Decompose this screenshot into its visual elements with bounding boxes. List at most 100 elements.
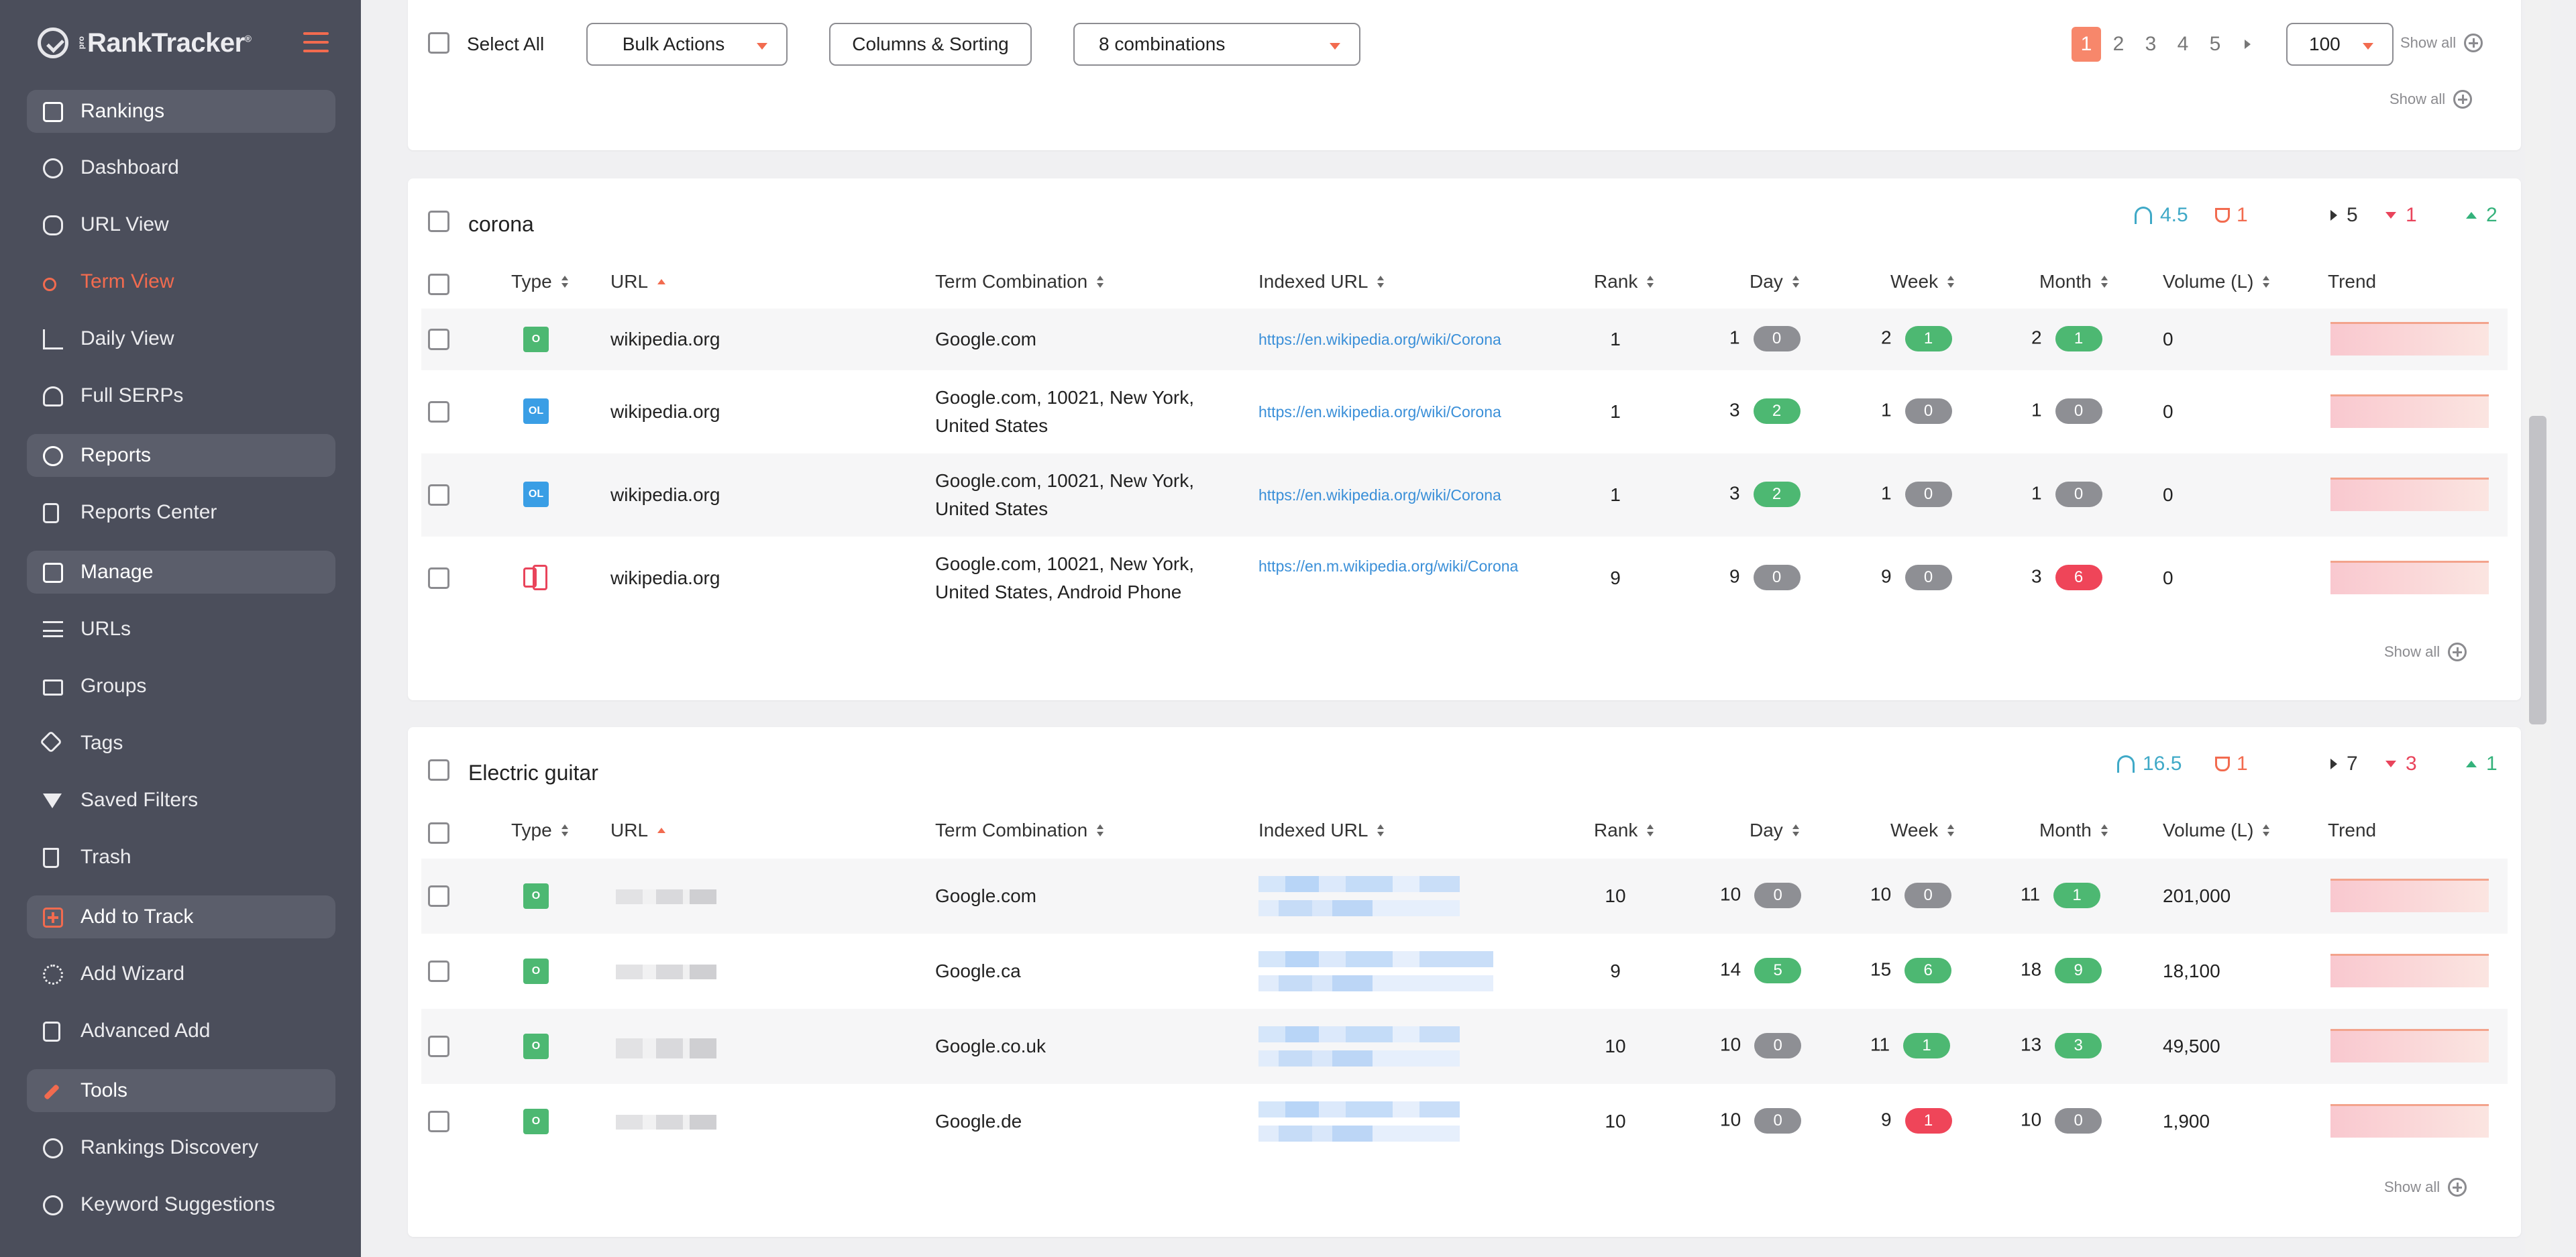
redacted-indexed-url[interactable] bbox=[1258, 876, 1460, 916]
sidebar-item-tools[interactable]: Tools bbox=[27, 1069, 335, 1112]
row-indexed-url[interactable]: https://en.wikipedia.org/wiki/Corona bbox=[1258, 483, 1540, 507]
group-checkbox[interactable] bbox=[428, 211, 449, 232]
col-indexed-url[interactable]: Indexed URL bbox=[1258, 820, 1385, 841]
row-indexed-url[interactable]: https://en.m.wikipedia.org/wiki/Corona bbox=[1258, 554, 1535, 578]
row-checkbox[interactable] bbox=[428, 329, 449, 350]
row-url: wikipedia.org bbox=[610, 484, 720, 505]
col-rank[interactable]: Rank bbox=[1594, 271, 1654, 292]
prev-group-show-all[interactable]: Show all bbox=[2390, 90, 2473, 109]
sort-icon bbox=[1097, 824, 1104, 836]
row-indexed-url[interactable]: https://en.wikipedia.org/wiki/Corona bbox=[1258, 327, 1501, 351]
menu-toggle-icon[interactable] bbox=[303, 32, 329, 52]
sidebar-item-url-view[interactable]: URL View bbox=[27, 203, 335, 246]
scrollbar[interactable] bbox=[2525, 0, 2551, 1257]
sidebar-item-trash[interactable]: Trash bbox=[27, 836, 335, 879]
scrollbar-thumb[interactable] bbox=[2529, 416, 2546, 724]
page-2[interactable]: 2 bbox=[2104, 27, 2133, 62]
table-row[interactable]: O Google.co.uk 10 10 0 11 1 13 3 49,500 bbox=[421, 1009, 2508, 1084]
table-row[interactable]: OL wikipedia.org Google.com, 10021, New … bbox=[421, 370, 2508, 453]
document-icon bbox=[43, 503, 59, 523]
col-day[interactable]: Day bbox=[1750, 820, 1799, 841]
header-checkbox[interactable] bbox=[428, 822, 449, 844]
group-show-all[interactable]: Show all bbox=[2384, 643, 2467, 661]
col-term[interactable]: Term Combination bbox=[935, 820, 1104, 841]
sidebar-item-tags[interactable]: Tags bbox=[27, 722, 335, 765]
redacted-indexed-url[interactable] bbox=[1258, 951, 1493, 991]
page-3[interactable]: 3 bbox=[2136, 27, 2165, 62]
plus-circle-icon bbox=[2453, 90, 2473, 109]
col-type[interactable]: Type bbox=[511, 820, 568, 841]
sidebar-item-term-view[interactable]: Term View bbox=[27, 260, 335, 303]
row-checkbox[interactable] bbox=[428, 1111, 449, 1132]
sidebar-item-add-to-track[interactable]: Add to Track bbox=[27, 895, 335, 938]
sidebar-item-keyword-suggestions[interactable]: Keyword Suggestions bbox=[27, 1183, 335, 1226]
redacted-indexed-url[interactable] bbox=[1258, 1026, 1460, 1067]
row-checkbox[interactable] bbox=[428, 567, 449, 589]
row-indexed-url[interactable]: https://en.wikipedia.org/wiki/Corona bbox=[1258, 400, 1540, 424]
col-volume[interactable]: Volume (L) bbox=[2163, 820, 2270, 841]
row-checkbox[interactable] bbox=[428, 1036, 449, 1057]
row-month: 36 bbox=[2031, 565, 2102, 590]
table-row[interactable]: wikipedia.org Google.com, 10021, New Yor… bbox=[421, 537, 2508, 620]
sidebar-item-reports[interactable]: Reports bbox=[27, 434, 335, 477]
table-row[interactable]: O Google.ca 9 14 5 15 6 18 9 18,100 bbox=[421, 934, 2508, 1009]
group-checkbox[interactable] bbox=[428, 759, 449, 781]
col-type[interactable]: Type bbox=[511, 271, 568, 292]
col-term[interactable]: Term Combination bbox=[935, 271, 1104, 292]
table-row[interactable]: O Google.de 10 10 0 91 10 0 1,900 bbox=[421, 1084, 2508, 1159]
col-url[interactable]: URL bbox=[610, 820, 666, 841]
columns-sorting-button[interactable]: Columns & Sorting bbox=[829, 23, 1032, 66]
table-row[interactable]: O wikipedia.org Google.com https://en.wi… bbox=[421, 309, 2508, 370]
sidebar-item-urls[interactable]: URLs bbox=[27, 608, 335, 651]
sidebar-item-dashboard[interactable]: Dashboard bbox=[27, 146, 335, 189]
sidebar-item-label: Term View bbox=[80, 270, 174, 292]
col-month[interactable]: Month bbox=[2039, 820, 2108, 841]
row-checkbox[interactable] bbox=[428, 484, 449, 506]
col-week[interactable]: Week bbox=[1890, 271, 1955, 292]
row-checkbox[interactable] bbox=[428, 401, 449, 423]
sidebar-item-rankings[interactable]: Rankings bbox=[27, 90, 335, 133]
sort-asc-icon bbox=[657, 828, 666, 833]
header-checkbox[interactable] bbox=[428, 274, 449, 295]
table-row[interactable]: OL wikipedia.org Google.com, 10021, New … bbox=[421, 453, 2508, 537]
brand-logo[interactable]: pro RankTracker® bbox=[38, 24, 252, 62]
organic-local-type-icon: OL bbox=[523, 398, 549, 424]
sidebar-item-advanced-add[interactable]: Advanced Add bbox=[27, 1009, 335, 1052]
row-checkbox[interactable] bbox=[428, 961, 449, 982]
combinations-dropdown[interactable]: 8 combinations bbox=[1073, 23, 1360, 66]
page-4[interactable]: 4 bbox=[2168, 27, 2198, 62]
toolbar-show-all[interactable]: Show all bbox=[2400, 34, 2483, 52]
sidebar-item-daily-view[interactable]: Daily View bbox=[27, 317, 335, 360]
col-week[interactable]: Week bbox=[1890, 820, 1955, 841]
page-1[interactable]: 1 bbox=[2072, 27, 2101, 62]
col-rank[interactable]: Rank bbox=[1594, 820, 1654, 841]
col-month[interactable]: Month bbox=[2039, 271, 2108, 292]
sidebar-item-manage[interactable]: Manage bbox=[27, 551, 335, 594]
col-volume[interactable]: Volume (L) bbox=[2163, 271, 2270, 292]
page-5[interactable]: 5 bbox=[2200, 27, 2230, 62]
organic-type-icon: O bbox=[523, 883, 549, 909]
group-show-all[interactable]: Show all bbox=[2384, 1178, 2467, 1197]
row-url: wikipedia.org bbox=[610, 329, 720, 349]
col-url[interactable]: URL bbox=[610, 271, 666, 292]
sidebar-item-rankings-discovery[interactable]: Rankings Discovery bbox=[27, 1126, 335, 1169]
bulk-actions-dropdown[interactable]: Bulk Actions bbox=[586, 23, 788, 66]
sidebar-item-full-serps[interactable]: Full SERPs bbox=[27, 374, 335, 417]
group-title: corona bbox=[468, 212, 534, 236]
redacted-url bbox=[616, 965, 716, 979]
select-all-checkbox[interactable] bbox=[428, 32, 449, 54]
table-row[interactable]: O Google.com 10 10 0 10 0 11 1 201,000 bbox=[421, 859, 2508, 934]
col-day[interactable]: Day bbox=[1750, 271, 1799, 292]
next-page-icon[interactable] bbox=[2233, 27, 2262, 62]
sidebar-item-reports-center[interactable]: Reports Center bbox=[27, 491, 335, 534]
row-checkbox[interactable] bbox=[428, 885, 449, 907]
sidebar-item-groups[interactable]: Groups bbox=[27, 665, 335, 708]
sidebar-item-add-wizard[interactable]: Add Wizard bbox=[27, 952, 335, 995]
sort-icon bbox=[1097, 276, 1104, 288]
show-all-label: Show all bbox=[2384, 1179, 2440, 1195]
row-volume: 0 bbox=[2163, 567, 2174, 588]
col-indexed-url[interactable]: Indexed URL bbox=[1258, 271, 1385, 292]
redacted-indexed-url[interactable] bbox=[1258, 1101, 1460, 1142]
per-page-dropdown[interactable]: 100 bbox=[2286, 23, 2394, 66]
sidebar-item-saved-filters[interactable]: Saved Filters bbox=[27, 779, 335, 822]
